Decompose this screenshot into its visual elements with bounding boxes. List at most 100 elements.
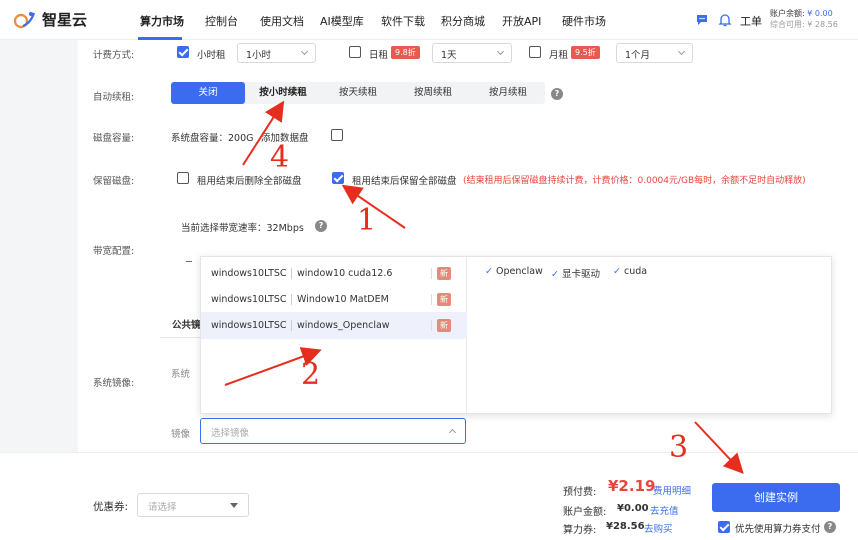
new-badge: 新	[437, 293, 451, 306]
renew-weekly-button[interactable]: 按周续租	[395, 82, 471, 104]
mirror-field-label: 镜像	[171, 429, 191, 440]
monthly-checkbox[interactable]	[529, 46, 541, 58]
voucher-value: ¥28.56	[606, 521, 645, 532]
image-option-selected[interactable]: windows10LTSC windows_Openclaw 新	[201, 312, 467, 339]
system-field-label: 系统	[171, 369, 191, 380]
help-icon[interactable]: ?	[315, 220, 327, 232]
nav-ai-models[interactable]: AI模型库	[320, 13, 364, 29]
divider	[431, 294, 432, 305]
monthly-discount-badge: 9.5折	[571, 46, 600, 59]
delete-disk-checkbox[interactable]	[177, 172, 189, 184]
daily-checkbox[interactable]	[349, 46, 361, 58]
feature-tag: ✓ Openclaw	[485, 266, 543, 277]
caret-down-icon	[230, 503, 238, 508]
nav-hardware-market[interactable]: 硬件市场	[562, 13, 606, 29]
prefer-voucher-checkbox[interactable]	[718, 521, 730, 533]
voucher-label: 算力券:	[563, 525, 597, 536]
image-dropdown: windows10LTSC window10 cuda12.6 新 window…	[200, 256, 832, 414]
tag-label: cuda	[623, 266, 648, 277]
system-image-label: 系统镜像:	[93, 378, 135, 389]
hourly-checkbox[interactable]	[177, 46, 189, 58]
chevron-up-icon	[448, 428, 457, 437]
mirror-placeholder: 选择镜像	[211, 428, 250, 439]
auto-renew-label: 自动续租:	[93, 92, 135, 103]
divider	[431, 320, 432, 331]
keep-disk-label: 保留磁盘:	[93, 176, 135, 187]
annotation-number-4: 4	[270, 140, 290, 175]
balance-value: ¥0.00	[617, 503, 649, 514]
bandwidth-slider-track[interactable]	[186, 261, 192, 262]
image-os: windows10LTSC	[211, 320, 287, 331]
monthly-select-value: 1个月	[625, 50, 651, 61]
nav-open-api[interactable]: 开放API	[502, 13, 541, 29]
system-disk-text: 系统盘容量：200G	[171, 133, 254, 144]
feature-tag: ✓ 显卡驱动	[551, 266, 600, 280]
divider	[431, 268, 432, 279]
keep-disk-checkbox[interactable]	[332, 172, 344, 184]
logo[interactable]: 智星云	[14, 9, 87, 30]
daily-select[interactable]: 1天	[432, 43, 512, 63]
auto-renew-segment: 关闭 按小时续租 按天续租 按周续租 按月续租	[171, 82, 545, 104]
mirror-select[interactable]: 选择镜像	[200, 418, 466, 444]
annotation-number-1: 1	[357, 203, 377, 238]
nav-docs[interactable]: 使用文档	[260, 13, 304, 29]
divider	[291, 268, 292, 279]
image-option[interactable]: windows10LTSC Window10 MatDEM 新	[201, 286, 467, 313]
add-data-disk-checkbox[interactable]	[331, 129, 343, 141]
image-os: windows10LTSC	[211, 294, 287, 305]
top-navbar: 智星云 算力市场 控制台 使用文档 AI模型库 软件下载 积分商城 开放API …	[0, 0, 858, 40]
hourly-select-value: 1小时	[246, 50, 272, 61]
coupon-label: 优惠券:	[93, 501, 129, 513]
new-badge: 新	[437, 267, 451, 280]
divider	[291, 294, 292, 305]
balance-label: 账户金额:	[563, 507, 607, 518]
renew-off-button[interactable]: 关闭	[171, 82, 245, 104]
annotation-number-3: 3	[669, 430, 689, 465]
check-icon: ✓	[613, 266, 621, 277]
annotation-number-2: 2	[301, 357, 321, 392]
buy-voucher-link[interactable]: 去购买	[644, 521, 673, 535]
chevron-down-icon	[496, 47, 505, 56]
coupon-select[interactable]: 请选择	[137, 493, 249, 517]
nav-ticket[interactable]: 工单	[740, 13, 762, 29]
check-icon: ✓	[551, 269, 559, 280]
nav-points-mall[interactable]: 积分商城	[441, 13, 485, 29]
daily-discount-badge: 9.8折	[391, 46, 420, 59]
fee-detail-link[interactable]: 费用明细	[653, 483, 691, 497]
chevron-down-icon	[677, 47, 686, 56]
prefer-voucher-label: 优先使用算力券支付	[735, 524, 821, 535]
nav-compute-market[interactable]: 算力市场	[140, 13, 184, 29]
image-name: Window10 MatDEM	[297, 294, 389, 305]
bell-icon[interactable]	[717, 12, 733, 28]
daily-select-value: 1天	[441, 50, 457, 61]
tag-label: 显卡驱动	[561, 269, 600, 280]
coupon-placeholder: 请选择	[148, 502, 177, 513]
nav-software-download[interactable]: 软件下载	[381, 13, 425, 29]
help-icon[interactable]: ?	[824, 521, 836, 533]
prepay-label: 预付费:	[563, 487, 597, 498]
feature-tag: ✓ cuda	[613, 266, 647, 277]
logo-text: 智星云	[42, 11, 88, 29]
keep-disk-note: (结束租用后保留磁盘持续计费，计费价格：0.0004元/GB每时，余额不足时自动…	[463, 176, 806, 186]
chat-icon[interactable]	[694, 12, 710, 28]
tab-public-image[interactable]: 公共镜	[172, 317, 201, 331]
compute-available-value: ¥ 28.56	[807, 20, 838, 29]
daily-label: 日租	[369, 50, 389, 61]
disk-label: 磁盘容量:	[93, 133, 135, 144]
image-name: window10 cuda12.6	[297, 268, 393, 279]
create-instance-button[interactable]: 创建实例	[712, 483, 840, 512]
hourly-select[interactable]: 1小时	[237, 43, 316, 63]
nav-console[interactable]: 控制台	[205, 13, 238, 29]
monthly-select[interactable]: 1个月	[616, 43, 693, 63]
renew-daily-button[interactable]: 按天续租	[321, 82, 395, 104]
renew-hourly-button[interactable]: 按小时续租	[245, 82, 321, 104]
logo-icon	[14, 11, 36, 28]
new-badge: 新	[437, 319, 451, 332]
chevron-down-icon	[300, 47, 309, 56]
renew-monthly-button[interactable]: 按月续租	[471, 82, 545, 104]
tag-label: Openclaw	[495, 266, 543, 277]
recharge-link[interactable]: 去充值	[650, 503, 679, 517]
image-option[interactable]: windows10LTSC window10 cuda12.6 新	[201, 260, 467, 287]
help-icon[interactable]: ?	[551, 88, 563, 100]
account-summary[interactable]: 账户余额: ¥ 0.00 综合可用: ¥ 28.56	[770, 8, 838, 30]
